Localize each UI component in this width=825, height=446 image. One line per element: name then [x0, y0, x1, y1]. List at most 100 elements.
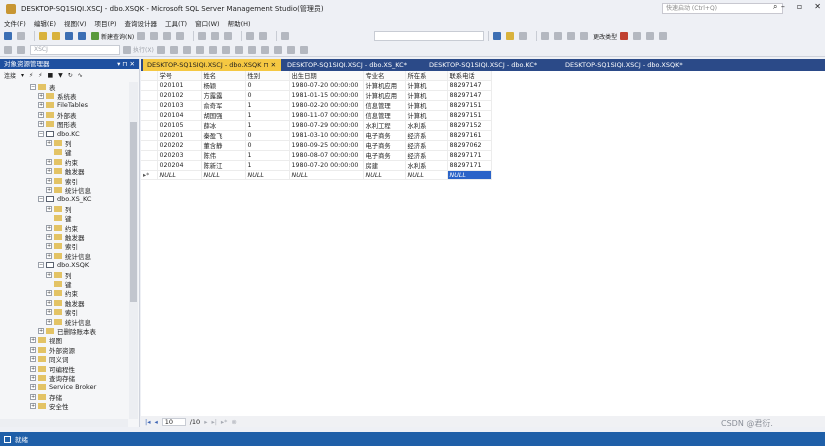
- scrollbar-thumb[interactable]: [130, 122, 137, 302]
- tree-node[interactable]: + 约束: [46, 289, 78, 298]
- open-button[interactable]: [52, 31, 62, 42]
- grid-cell[interactable]: 88297147: [447, 80, 492, 91]
- expand-icon[interactable]: +: [46, 224, 52, 231]
- paste-button[interactable]: [224, 31, 234, 42]
- row-selector[interactable]: [141, 100, 158, 111]
- expand-icon[interactable]: +: [46, 139, 52, 146]
- disconnect-icon[interactable]: ⚡: [38, 72, 42, 79]
- last-record-button[interactable]: ▸|: [211, 418, 216, 426]
- grid-cell[interactable]: 88297161: [447, 130, 492, 141]
- grid-cell[interactable]: 水利系: [405, 160, 448, 171]
- table-row[interactable]: 020105 薛冰 1 1980-07-29 00:00:00 水利工程 水利系 88297…: [141, 120, 492, 131]
- expand-icon[interactable]: +: [38, 92, 44, 99]
- expand-icon[interactable]: +: [46, 168, 52, 175]
- tab-xsqk-edit[interactable]: DESKTOP-SQ1SIQI.XSCJ - dbo.XSQK*: [561, 59, 701, 71]
- expand-icon[interactable]: +: [46, 299, 52, 306]
- expand-icon[interactable]: +: [30, 365, 36, 372]
- undo-button[interactable]: [246, 31, 256, 42]
- grid-cell[interactable]: 1: [245, 110, 290, 121]
- column-header[interactable]: 专业名: [363, 71, 406, 81]
- stop-icon[interactable]: ⊗: [231, 418, 236, 426]
- grid-cell[interactable]: 88297152: [447, 120, 492, 131]
- table-row[interactable]: 020201 秦盈飞 0 1981-03-10 00:00:00 电子商务 经济系 8829…: [141, 130, 492, 141]
- grid-cell[interactable]: 信息管理: [363, 110, 406, 121]
- previous-record-button[interactable]: ◂: [154, 418, 157, 426]
- object-explorer-button[interactable]: [493, 31, 503, 42]
- execute-button[interactable]: 执行(X): [123, 44, 154, 55]
- grid-cell[interactable]: 方露露: [201, 90, 246, 101]
- grid-cell[interactable]: 1980-07-20 00:00:00: [289, 80, 364, 91]
- tree-node[interactable]: + 同义词: [30, 355, 69, 364]
- expand-icon[interactable]: +: [46, 177, 52, 184]
- results-to-grid-button[interactable]: [234, 44, 245, 55]
- expand-icon[interactable]: +: [46, 271, 52, 278]
- column-header[interactable]: 姓名: [201, 71, 246, 81]
- grid-cell[interactable]: 秦盈飞: [201, 130, 246, 141]
- column-header[interactable]: 出生日期: [289, 71, 364, 81]
- row-selector[interactable]: [141, 140, 158, 151]
- show-sql-pane-button[interactable]: [567, 31, 577, 42]
- grid-cell[interactable]: 陈新江: [201, 160, 246, 171]
- results-to-text-button[interactable]: [221, 44, 232, 55]
- expand-icon[interactable]: +: [38, 111, 44, 118]
- tree-node[interactable]: − 表: [30, 82, 56, 92]
- grid-cell[interactable]: NULL: [289, 170, 364, 180]
- tree-node[interactable]: + 查询存储: [30, 373, 75, 383]
- menu-query-designer[interactable]: 查询设计器: [125, 18, 158, 28]
- grid-cell[interactable]: 1: [245, 150, 290, 161]
- expand-icon[interactable]: +: [46, 233, 52, 240]
- expand-icon[interactable]: +: [46, 158, 52, 165]
- refresh-icon[interactable]: ↻: [68, 72, 73, 79]
- tab-xsqk[interactable]: DESKTOP-SQ1SIQI.XSCJ - dbo.XSQK ⊓ ✕: [143, 59, 281, 71]
- row-selector[interactable]: [141, 80, 158, 91]
- intellisense-button[interactable]: [208, 44, 219, 55]
- grid-cell[interactable]: 020203: [157, 150, 202, 161]
- grid-cell[interactable]: 1980-02-20 00:00:00: [289, 100, 364, 111]
- close-icon[interactable]: ✕: [814, 2, 821, 11]
- expand-icon[interactable]: +: [46, 318, 52, 325]
- results-to-file-button[interactable]: [247, 44, 258, 55]
- column-header[interactable]: 学号: [157, 71, 202, 81]
- row-selector[interactable]: [141, 120, 158, 131]
- dmx-button[interactable]: [150, 31, 160, 42]
- save-button[interactable]: [65, 31, 75, 42]
- expand-icon[interactable]: +: [30, 337, 36, 344]
- grid-cell[interactable]: 计算机: [405, 90, 448, 101]
- display-plan-button[interactable]: [182, 44, 193, 55]
- query-options-button[interactable]: [195, 44, 206, 55]
- tree-node[interactable]: + 外部表: [38, 110, 77, 120]
- grid-cell[interactable]: NULL: [405, 170, 448, 180]
- show-results-pane-button[interactable]: [580, 31, 590, 42]
- cut-button[interactable]: [198, 31, 208, 42]
- grid-cell[interactable]: 1: [245, 160, 290, 171]
- table-row[interactable]: 020204 陈新江 1 1980-07-20 00:00:00 房建 水利系 882971…: [141, 160, 492, 171]
- row-selector[interactable]: ▸*: [141, 170, 158, 180]
- save-all-button[interactable]: [78, 31, 88, 42]
- grid-cell[interactable]: 经济系: [405, 150, 448, 161]
- grid-cell[interactable]: 1: [245, 120, 290, 131]
- grid-cell[interactable]: 杨颖: [201, 80, 246, 91]
- tree-node[interactable]: + 索引: [46, 176, 78, 186]
- grid-cell[interactable]: 电子商务: [363, 130, 406, 141]
- activity-monitor-icon[interactable]: ∿: [78, 72, 83, 79]
- expand-icon[interactable]: +: [30, 346, 36, 353]
- grid-cell[interactable]: 陈伟: [201, 150, 246, 161]
- maximize-icon[interactable]: ▫: [797, 2, 802, 11]
- new-file-button[interactable]: [39, 31, 49, 42]
- table-row[interactable]: 020203 陈伟 1 1980-08-07 00:00:00 电子商务 经济系 88297…: [141, 150, 492, 161]
- tree-node[interactable]: + 触发器: [46, 298, 85, 308]
- tree-node[interactable]: + 系统表: [38, 91, 77, 101]
- tree-node[interactable]: + 触发器: [46, 167, 85, 176]
- table-row[interactable]: 020202 董含静 0 1980-09-25 00:00:00 电子商务 经济系 8829…: [141, 140, 492, 151]
- first-record-button[interactable]: |◂: [145, 418, 150, 426]
- column-header[interactable]: 所在系: [405, 71, 448, 81]
- tree-node[interactable]: + 可编程性: [30, 364, 75, 374]
- grid-cell[interactable]: 020101: [157, 80, 202, 91]
- copy-button[interactable]: [211, 31, 221, 42]
- properties-button[interactable]: [506, 31, 516, 42]
- tree-node[interactable]: + 安全性: [30, 402, 69, 411]
- grid-cell[interactable]: 88297171: [447, 160, 492, 171]
- grid-cell[interactable]: 计算机: [405, 100, 448, 111]
- show-diagram-pane-button[interactable]: [541, 31, 551, 42]
- verify-sql-button[interactable]: [633, 31, 643, 42]
